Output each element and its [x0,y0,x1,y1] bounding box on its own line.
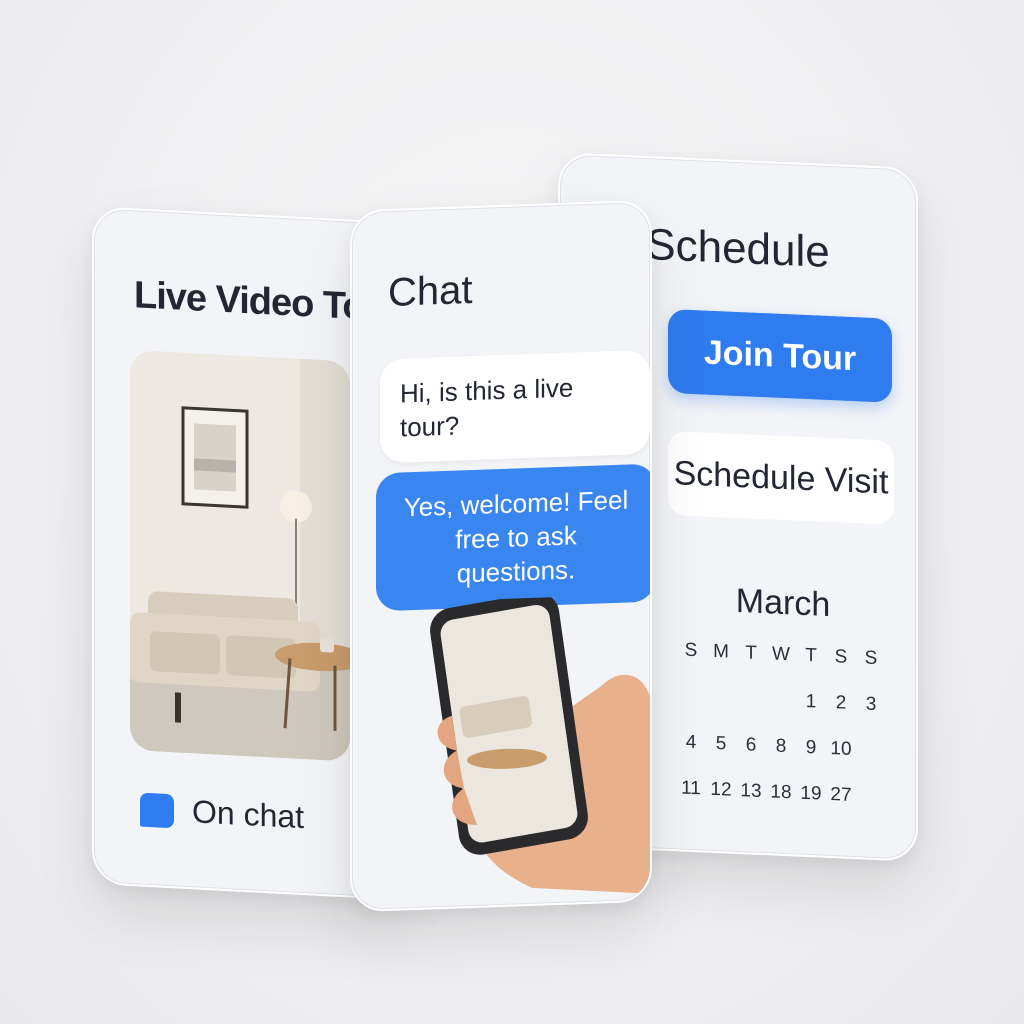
calendar-weekday: W [772,643,790,666]
calendar-weekday: S [684,639,698,662]
calendar-day[interactable]: 12 [706,779,736,804]
calendar-day[interactable]: 6 [736,734,766,759]
calendar-weekday: T [745,642,757,664]
calendar-month: March [735,581,831,625]
calendar-day[interactable]: 11 [676,777,706,802]
calendar-day[interactable]: 9 [796,737,826,762]
calendar-day[interactable]: 18 [766,781,796,806]
on-chat-status[interactable]: On chat [140,791,304,837]
calendar-day[interactable]: 10 [826,738,856,763]
hand-holding-phone-image [430,593,652,894]
message-bubble-outgoing: Yes, welcome! Feel free to ask questions… [376,463,652,612]
calendar-weekday: S [834,646,848,668]
message-bubble-incoming: Hi, is this a live tour? [380,349,650,464]
calendar-day[interactable]: 1 [796,691,826,716]
living-room-image [130,350,350,762]
chat-card: Chat Hi, is this a live tour? Yes, welco… [350,199,652,913]
calendar-day[interactable]: 8 [766,735,796,760]
calendar-day[interactable]: 27 [826,784,856,809]
schedule-visit-button[interactable]: Schedule Visit [668,430,894,525]
calendar-day [676,685,706,710]
chat-title: Chat [388,267,473,315]
calendar-weekday: S [864,647,878,670]
calendar-day[interactable]: 2 [826,692,856,717]
calendar-weekday: M [713,640,729,663]
calendar-day [856,739,886,764]
calendar-day [766,689,796,714]
calendar-day[interactable]: 13 [736,780,766,805]
chat-icon [140,792,174,828]
calendar-day[interactable]: 3 [856,693,886,718]
calendar-day [736,688,766,713]
calendar-day[interactable]: 19 [796,783,826,808]
calendar-weekday: T [805,644,817,667]
calendar-day [706,687,736,712]
calendar-day [856,785,886,810]
on-chat-label: On chat [192,793,305,836]
calendar-day[interactable]: 4 [676,731,706,756]
calendar-day[interactable]: 5 [706,733,736,758]
calendar-grid: S M T W T S S 1 2 3 4 5 6 8 9 10 11 12 13 18 19 27 [676,639,886,810]
join-tour-button[interactable]: Join Tour [668,308,892,403]
video-frame[interactable] [130,350,350,762]
